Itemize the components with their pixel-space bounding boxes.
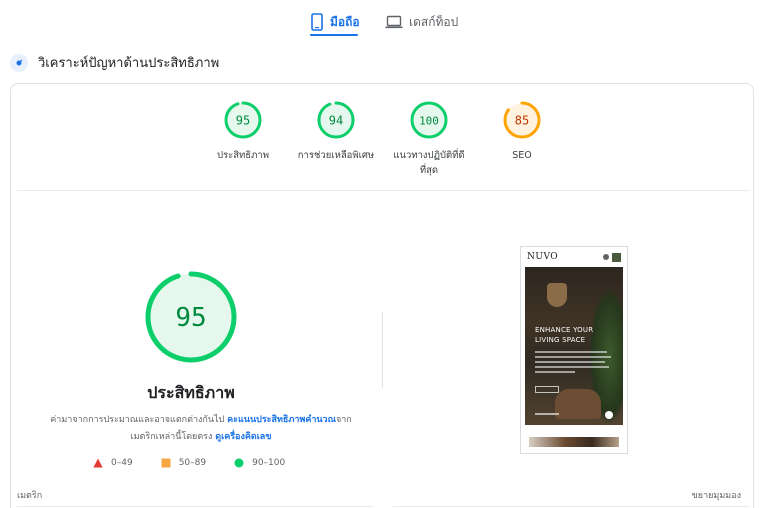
legend-label: 90–100 [252, 458, 286, 468]
score-ring: 100 [410, 101, 448, 139]
metrics-heading: เมตริก [17, 491, 43, 501]
score-ring: 94 [317, 101, 355, 139]
gauge-accessibility[interactable]: 94 การช่วยเหลือพิเศษ [291, 100, 381, 163]
metrics-rule-left [17, 506, 373, 507]
legend-fail: 0–49 [93, 458, 133, 468]
gauge-label-line1: แนวทางปฏิบัติที่ดี [393, 150, 465, 161]
score-calculation-link[interactable]: คะแนนประสิทธิภาพคำนวณ [227, 415, 336, 425]
legend-average: 50–89 [161, 458, 206, 468]
legend-label: 0–49 [111, 458, 133, 468]
menu-icon [612, 252, 621, 262]
preview-product-strip [529, 437, 619, 447]
user-icon [603, 254, 609, 260]
legend-pass: 90–100 [234, 458, 285, 468]
preview-hero-title: ENHANCE YOUR LIVING SPACE [535, 325, 593, 345]
preview-hero-image: ENHANCE YOUR LIVING SPACE [525, 267, 623, 425]
score-value: 95 [236, 114, 250, 128]
gauge-performance[interactable]: 95 ประสิทธิภาพ [198, 100, 288, 163]
desc-text: เมตริกเหล่านี้โดยตรง [130, 432, 216, 442]
gauge-label-line2: ที่สุด [419, 165, 439, 176]
square-icon [161, 458, 171, 468]
cart-icon [605, 411, 613, 419]
triangle-icon [93, 458, 103, 468]
circle-icon [234, 458, 244, 468]
gauge-label: แนวทางปฏิบัติที่ดี ที่สุด [384, 148, 474, 178]
laptop-icon [385, 15, 403, 29]
preview-logo: NUVO [527, 252, 559, 262]
smartphone-icon [311, 13, 323, 31]
tab-desktop-label: เดสก์ท็อป [409, 14, 459, 29]
gauge-label: SEO [512, 150, 532, 161]
preview-hero-footer [535, 413, 559, 415]
page-screenshot-preview: NUVO ENHANCE YOUR LIVING SPACE [520, 246, 628, 454]
score-legend: 0–49 50–89 90–100 [93, 458, 313, 468]
performance-icon [10, 53, 28, 72]
desc-text: ค่ามาจากการประมาณและอาจแตกต่างกันไป [50, 415, 228, 425]
performance-description: ค่ามาจากการประมาณและอาจแตกต่างกันไป คะแน… [31, 412, 371, 446]
tab-desktop[interactable]: เดสก์ท็อป [385, 8, 458, 36]
expand-view-button[interactable]: ขยายมุมมอง [692, 488, 741, 502]
hero-line: ENHANCE YOUR [535, 326, 594, 334]
divider [17, 190, 749, 191]
column-divider [382, 312, 383, 388]
preview-cta-button [535, 386, 559, 393]
tab-mobile[interactable]: มือถือ [310, 8, 360, 36]
gauge-best-practices[interactable]: 100 แนวทางปฏิบัติที่ดี ที่สุด [384, 100, 474, 178]
score-value: 100 [419, 115, 439, 128]
legend-label: 50–89 [178, 458, 207, 468]
preview-header-icons [603, 252, 621, 262]
lamp-shape [547, 283, 567, 307]
diagnose-header: วิเคราะห์ปัญหาด้านประสิทธิภาพ [10, 52, 219, 73]
tab-mobile-label: มือถือ [330, 14, 360, 29]
performance-gauge-large: 95 [143, 269, 239, 369]
gauge-label: ประสิทธิภาพ [217, 150, 269, 161]
diagnose-title: วิเคราะห์ปัญหาด้านประสิทธิภาพ [38, 56, 220, 71]
active-tab-indicator [310, 34, 358, 36]
performance-title: ประสิทธิภาพ [147, 383, 235, 402]
metrics-rule-right [393, 506, 749, 507]
score-ring: 85 [503, 101, 541, 139]
category-scores: 95 ประสิทธิภาพ 94 การช่วยเหลือพิเศษ 100 … [11, 100, 755, 180]
score-ring-large: 95 [145, 271, 237, 363]
gauge-label: การช่วยเหลือพิเศษ [297, 150, 375, 161]
device-tabs: มือถือ เดสก์ท็อป [0, 0, 768, 40]
preview-hero-text [535, 351, 611, 376]
desc-text: จาก [335, 415, 352, 425]
chair-shape [555, 389, 601, 419]
performance-score: 95 [175, 303, 206, 333]
report-card: 95 ประสิทธิภาพ 94 การช่วยเหลือพิเศษ 100 … [10, 83, 754, 508]
preview-header: NUVO [521, 247, 627, 267]
gauge-seo[interactable]: 85 SEO [477, 100, 567, 163]
score-ring: 95 [224, 101, 262, 139]
hero-line: LIVING SPACE [535, 336, 586, 344]
calculator-link[interactable]: ดูเครื่องคิดเลข [215, 432, 271, 442]
score-value: 85 [515, 114, 529, 128]
score-value: 94 [329, 114, 343, 128]
